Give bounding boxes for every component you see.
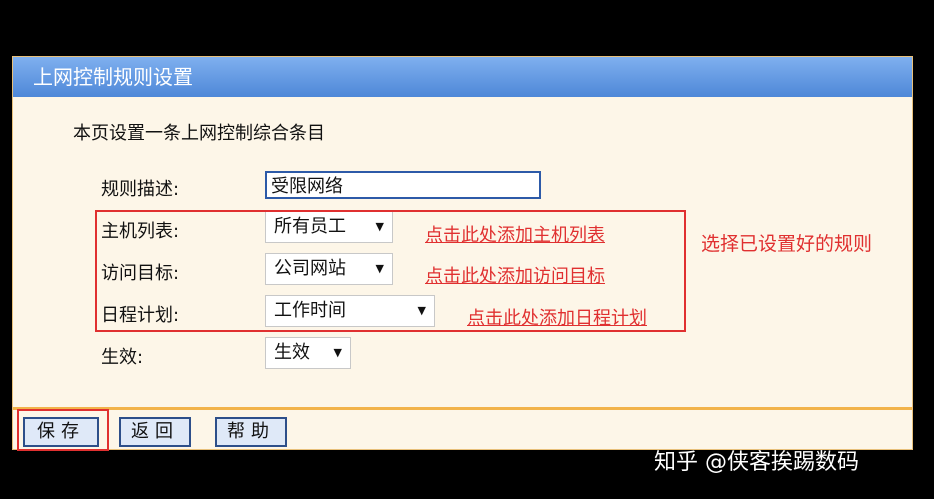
- panel-title: 上网控制规则设置: [13, 57, 912, 97]
- effective-value: 生效: [274, 342, 310, 363]
- effective-label: 生效:: [101, 347, 144, 368]
- intro-text: 本页设置一条上网控制综合条目: [73, 123, 325, 144]
- help-button[interactable]: 帮助: [215, 417, 287, 447]
- effective-select[interactable]: 生效 ▼: [265, 337, 351, 369]
- description-input[interactable]: [265, 171, 541, 199]
- rule-settings-panel: 上网控制规则设置 本页设置一条上网控制综合条目 规则描述: 主机列表: 所有员工…: [12, 56, 913, 451]
- description-label: 规则描述:: [101, 179, 180, 200]
- save-button[interactable]: 保存: [23, 417, 99, 447]
- select-rules-note: 选择已设置好的规则: [701, 233, 873, 255]
- rules-highlight-box: [95, 210, 686, 332]
- back-button[interactable]: 返回: [119, 417, 191, 447]
- chevron-down-icon: ▼: [333, 346, 342, 359]
- divider: [13, 407, 912, 410]
- watermark: 知乎 @侠客挨踢数码: [654, 450, 859, 475]
